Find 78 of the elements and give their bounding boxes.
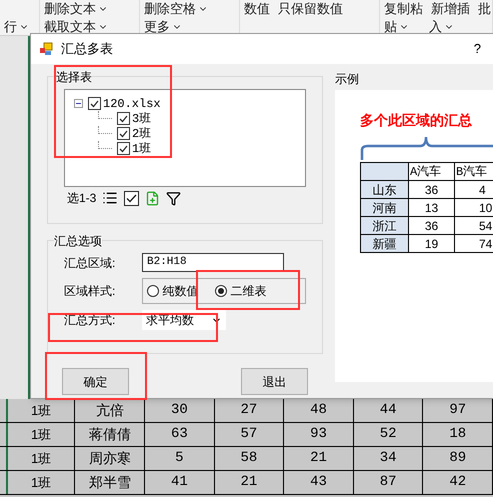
range-field[interactable]: B2:H18	[142, 253, 284, 272]
ribbon-item[interactable]: 删除空格	[144, 1, 208, 16]
list-icon[interactable]	[102, 190, 118, 206]
ribbon-item[interactable]: 行	[4, 19, 29, 34]
table-cell: 57	[214, 423, 284, 446]
table-cell: 周亦寒	[75, 447, 146, 470]
table-cell: 新疆	[361, 235, 409, 253]
radio-button[interactable]	[214, 285, 227, 297]
table-cell: 10	[455, 199, 493, 217]
field-label: 区域样式:	[64, 283, 116, 300]
field-label: 汇总区域:	[64, 254, 116, 272]
table-cell: 浙江	[361, 217, 409, 235]
field-label: 汇总方式:	[64, 312, 116, 329]
ribbon-item[interactable]: 入	[429, 19, 454, 34]
tree-item-label[interactable]: 120.xlsx	[103, 96, 161, 110]
checkbox-icon[interactable]	[124, 190, 140, 206]
checkbox[interactable]	[117, 112, 130, 125]
table-cell: 郑半雪	[75, 471, 146, 494]
table-cell: 36	[409, 217, 455, 235]
checkbox[interactable]	[88, 97, 101, 110]
dialog-button[interactable]: 确定	[62, 368, 129, 395]
tree-item-label[interactable]: 2班	[132, 126, 152, 140]
table-cell: 87	[354, 471, 424, 494]
table-cell: 74	[455, 235, 493, 253]
table-cell: 13	[409, 199, 455, 217]
table-cell: 山东	[361, 181, 409, 199]
table-cell: 18	[423, 423, 493, 446]
group-title: 选择表	[56, 68, 92, 86]
ribbon-item[interactable]: 复制粘	[384, 1, 423, 16]
table-cell: 21	[284, 447, 354, 470]
table-cell: 19	[409, 235, 455, 253]
selection-label: 选1-3	[67, 190, 96, 207]
tree-item-label[interactable]: 3班	[132, 112, 152, 126]
table-cell: 43	[284, 471, 354, 494]
checkbox[interactable]	[117, 127, 130, 140]
ribbon-item[interactable]: 截取文本	[44, 19, 108, 34]
table-cell: 1班	[8, 471, 76, 494]
help-button[interactable]: ?	[474, 39, 481, 59]
table-cell: 58	[214, 447, 284, 470]
filter-icon[interactable]	[166, 190, 182, 206]
window-title: 汇总多表	[61, 40, 113, 58]
ribbon-item[interactable]: 更多	[144, 19, 182, 34]
brace-icon	[360, 134, 493, 162]
ribbon-item[interactable]: 批	[478, 1, 491, 16]
table-cell: 54	[455, 217, 493, 235]
table-cell: 36	[409, 181, 455, 199]
ribbon-item[interactable]: 新增插	[431, 1, 470, 16]
table-cell: 41	[145, 471, 215, 494]
ribbon-item[interactable]: 数值	[244, 1, 270, 16]
table-cell: 1班	[8, 447, 76, 470]
table-cell: 34	[354, 447, 424, 470]
tree-item-label[interactable]: 1班	[132, 142, 152, 156]
example-caption: 多个此区域的汇总	[360, 111, 473, 130]
table-cell: 亢倍	[75, 399, 146, 422]
new-sheet-icon[interactable]	[145, 190, 160, 206]
table-cell: 52	[354, 423, 424, 446]
app-icon	[39, 42, 53, 56]
table-cell: 42	[423, 471, 493, 494]
table-header: A汽车	[409, 163, 455, 181]
ribbon-item[interactable]: 删除文本	[44, 1, 108, 16]
dialog-button[interactable]: 退出	[241, 368, 308, 395]
group-title: 汇总选项	[54, 232, 102, 250]
table-cell: 93	[284, 423, 354, 446]
collapse-toggle[interactable]	[74, 99, 83, 108]
ribbon-item[interactable]: 只保留数值	[278, 1, 343, 16]
checkbox[interactable]	[117, 142, 130, 155]
table-cell: 蒋倩倩	[75, 423, 146, 446]
radio-button[interactable]	[146, 285, 159, 297]
table-cell: 4	[455, 181, 493, 199]
table-header: B汽车	[455, 163, 493, 181]
table-cell: 河南	[361, 199, 409, 217]
table-cell: 63	[145, 423, 215, 446]
ribbon-item[interactable]: 贴	[384, 19, 409, 34]
radio-label[interactable]: 二维表	[230, 282, 267, 300]
table-cell: 89	[423, 447, 493, 470]
table-cell: 1班	[8, 423, 76, 446]
table-cell: 21	[214, 471, 284, 494]
table-cell: 5	[145, 447, 215, 470]
